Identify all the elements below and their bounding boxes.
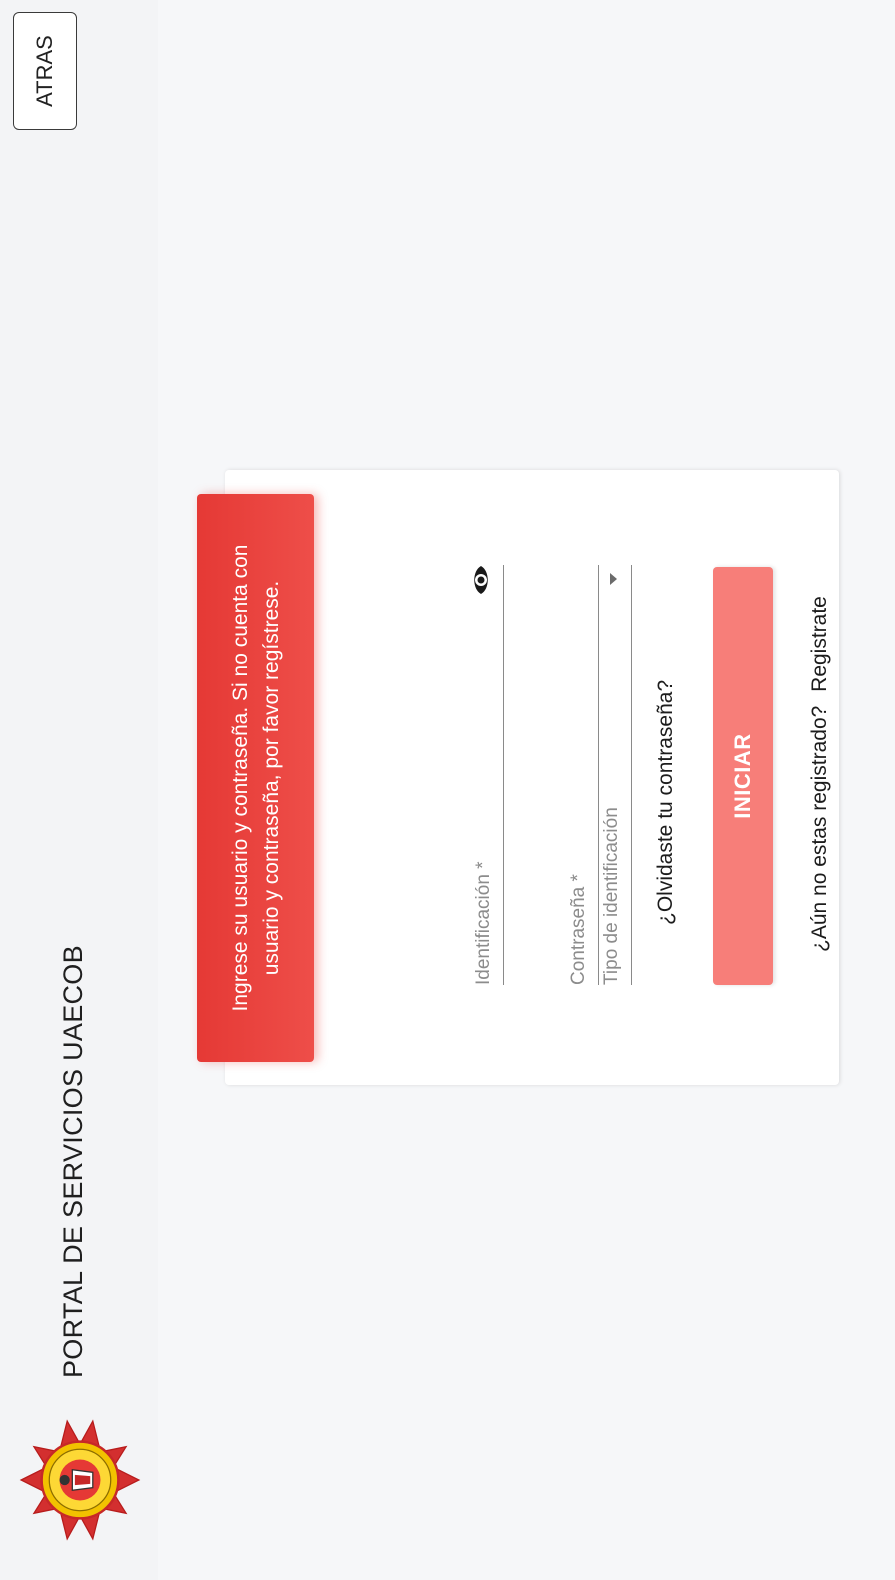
password-input[interactable] xyxy=(556,561,594,985)
login-button[interactable]: INICIAR xyxy=(713,567,773,985)
register-row: ¿Aún no estas registrado? Registrate xyxy=(808,596,832,952)
info-alert: Ingrese su usuario y contraseña. Si no c… xyxy=(197,494,314,1062)
id-input[interactable] xyxy=(461,561,499,985)
register-link[interactable]: Registrate xyxy=(808,596,831,692)
caret-down-icon xyxy=(610,573,617,585)
app-canvas: PORTAL DE SERVICIOS UAECOB ATRAS Ingrese… xyxy=(0,0,895,1580)
id-field[interactable]: Identificación * xyxy=(437,561,504,985)
fire-department-badge-icon xyxy=(19,1419,141,1541)
register-prompt: ¿Aún no estas registrado? xyxy=(808,705,831,952)
forgot-password-link[interactable]: ¿Olvidaste tu contraseña? xyxy=(654,680,678,925)
id-type-label: Tipo de identificación xyxy=(601,807,622,985)
back-button[interactable]: ATRAS xyxy=(13,12,77,130)
top-bar: PORTAL DE SERVICIOS UAECOB ATRAS xyxy=(0,0,158,1580)
eye-icon[interactable] xyxy=(470,565,492,595)
password-field[interactable]: Contraseña * xyxy=(474,561,599,985)
page-title: PORTAL DE SERVICIOS UAECOB xyxy=(58,945,88,1378)
